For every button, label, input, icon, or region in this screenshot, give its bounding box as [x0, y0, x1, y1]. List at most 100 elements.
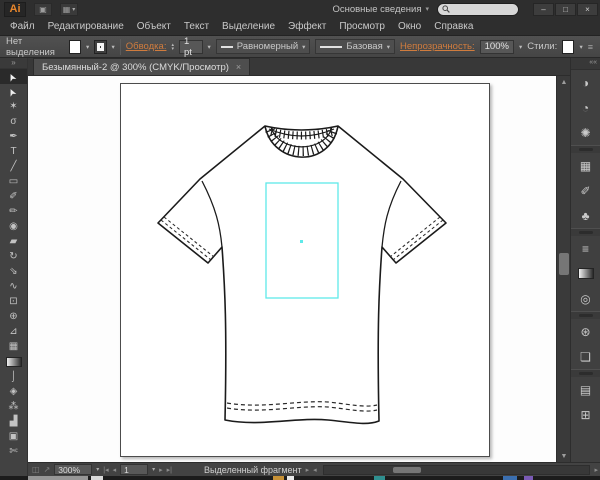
- brushes-panel-icon[interactable]: ✐: [571, 178, 600, 203]
- style-swatch[interactable]: [562, 40, 574, 54]
- scroll-down-icon[interactable]: ▼: [557, 450, 571, 462]
- shape-builder-tool[interactable]: ⊕: [0, 309, 27, 324]
- color-guide-panel-icon[interactable]: ◔: [571, 95, 600, 120]
- artboard-number[interactable]: 1: [120, 464, 148, 475]
- pencil-tool[interactable]: ✏: [0, 204, 27, 219]
- line-segment-tool[interactable]: ╱: [0, 159, 27, 174]
- status-menu-icon[interactable]: ▸: [306, 466, 310, 474]
- appearance-panel-icon[interactable]: ⊛: [571, 319, 600, 344]
- scroll-up-icon[interactable]: ▲: [557, 76, 571, 88]
- hscroll-right-icon[interactable]: ▸: [594, 466, 598, 474]
- first-artboard-icon[interactable]: |◂: [103, 466, 108, 474]
- fill-color-swatch[interactable]: [69, 40, 81, 54]
- vertical-scrollbar[interactable]: ▲ ▼: [556, 76, 570, 462]
- width-profile-dropdown[interactable]: Равномерный: [216, 39, 311, 54]
- hscroll-left-icon[interactable]: ◂: [313, 466, 317, 474]
- maximize-button[interactable]: □: [555, 3, 576, 16]
- pen-tool[interactable]: ✒: [0, 129, 27, 144]
- minimize-button[interactable]: –: [533, 3, 554, 16]
- paintbrush-tool[interactable]: ✐: [0, 189, 27, 204]
- workspace-switcher[interactable]: Основные сведения: [332, 4, 429, 15]
- direct-selection-tool[interactable]: ➤: [0, 84, 27, 99]
- opacity-value[interactable]: 100%: [480, 40, 514, 54]
- horizontal-scroll-thumb[interactable]: [393, 467, 421, 473]
- prev-artboard-icon[interactable]: ◂: [113, 466, 117, 474]
- menu-item[interactable]: Окно: [398, 21, 421, 32]
- menu-item[interactable]: Просмотр: [339, 21, 385, 32]
- scale-tool[interactable]: ⇘: [0, 264, 27, 279]
- rectangle-tool[interactable]: ▭: [0, 174, 27, 189]
- rotate-tool[interactable]: ↻: [0, 249, 27, 264]
- control-panel-menu-icon[interactable]: ≡: [588, 42, 594, 52]
- graphic-styles-panel-icon[interactable]: ❏: [571, 344, 600, 369]
- color-panel-icon[interactable]: ◑: [571, 70, 600, 95]
- status-display[interactable]: Выделенный фрагмент: [204, 465, 302, 475]
- fill-caret-icon[interactable]: [86, 43, 89, 51]
- preview-toggle-icon[interactable]: ◫: [32, 465, 40, 474]
- arrange-documents-icon[interactable]: ▦: [60, 3, 78, 16]
- perspective-grid-tool[interactable]: ⊿: [0, 324, 27, 339]
- symbol-sprayer-tool[interactable]: ⁂: [0, 399, 27, 414]
- menu-item[interactable]: Объект: [137, 21, 171, 32]
- color-groups-panel-icon[interactable]: ✺: [571, 120, 600, 145]
- blob-brush-tool[interactable]: ◉: [0, 219, 27, 234]
- dock-expand-icon[interactable]: ««: [571, 58, 600, 70]
- menu-item[interactable]: Файл: [10, 21, 35, 32]
- go-to-bridge-icon[interactable]: ▣: [34, 3, 52, 16]
- zoom-level[interactable]: 300%: [54, 464, 92, 475]
- gradient-tool[interactable]: [0, 354, 27, 369]
- free-transform-tool[interactable]: ⊡: [0, 294, 27, 309]
- eraser-tool[interactable]: ▰: [0, 234, 27, 249]
- magic-wand-tool[interactable]: ✶: [0, 99, 27, 114]
- opacity-panel-link[interactable]: Непрозрачность:: [400, 41, 475, 52]
- layers-panel-icon[interactable]: ▤: [571, 377, 600, 402]
- tools-panel-collapse-icon[interactable]: »: [0, 58, 27, 69]
- opacity-caret-icon[interactable]: [519, 43, 522, 51]
- column-graph-tool[interactable]: ▟: [0, 414, 27, 429]
- last-artboard-icon[interactable]: ▸|: [167, 466, 172, 474]
- width-tool[interactable]: ∿: [0, 279, 27, 294]
- group-separator[interactable]: [571, 311, 600, 319]
- styles-caret-icon[interactable]: [579, 43, 582, 51]
- type-tool[interactable]: T: [0, 144, 27, 159]
- search-input[interactable]: [453, 5, 513, 14]
- menu-item[interactable]: Эффект: [288, 21, 326, 32]
- group-separator[interactable]: [571, 228, 600, 236]
- next-artboard-icon[interactable]: ▸: [159, 466, 163, 474]
- group-separator[interactable]: [571, 145, 600, 153]
- stroke-width-value[interactable]: 1 pt: [179, 40, 203, 54]
- horizontal-scrollbar[interactable]: [323, 465, 591, 475]
- lasso-tool[interactable]: σ: [0, 114, 27, 129]
- document-tab[interactable]: Безымянный-2 @ 300% (CMYK/Просмотр) ×: [33, 58, 250, 75]
- vertical-scroll-thumb[interactable]: [559, 253, 569, 275]
- stroke-width-stepper[interactable]: ▴▾: [171, 43, 174, 51]
- tshirt-body-outline[interactable]: [158, 126, 446, 423]
- zoom-caret-icon[interactable]: [96, 466, 99, 473]
- stroke-panel-link[interactable]: Обводка:: [126, 41, 167, 52]
- menu-item[interactable]: Текст: [184, 21, 209, 32]
- blend-tool[interactable]: ◈: [0, 384, 27, 399]
- menu-item[interactable]: Справка: [434, 21, 473, 32]
- artboard-caret-icon[interactable]: [152, 466, 155, 473]
- slice-tool[interactable]: ✄: [0, 444, 27, 459]
- mesh-tool[interactable]: ▦: [0, 339, 27, 354]
- group-separator[interactable]: [571, 369, 600, 377]
- canvas[interactable]: [28, 76, 556, 462]
- stroke-width-caret-icon[interactable]: [208, 43, 211, 51]
- stroke-caret-icon[interactable]: [112, 43, 115, 51]
- gradient-panel-icon[interactable]: [571, 261, 600, 286]
- symbols-panel-icon[interactable]: ♣: [571, 203, 600, 228]
- tshirt-drawing[interactable]: [28, 76, 556, 462]
- artboards-panel-icon[interactable]: ⊞: [571, 402, 600, 427]
- export-icon[interactable]: ↗: [44, 465, 51, 474]
- stroke-panel-icon[interactable]: ≡: [571, 236, 600, 261]
- artboard-tool[interactable]: ▣: [0, 429, 27, 444]
- transparency-panel-icon[interactable]: ◎: [571, 286, 600, 311]
- menu-item[interactable]: Выделение: [222, 21, 275, 32]
- brush-definition-dropdown[interactable]: Базовая: [315, 39, 395, 54]
- search-box[interactable]: [437, 3, 519, 16]
- eyedropper-tool[interactable]: ⌡: [0, 369, 27, 384]
- stroke-color-swatch[interactable]: [94, 40, 106, 54]
- swatches-panel-icon[interactable]: ▦: [571, 153, 600, 178]
- selection-tool[interactable]: ➤: [0, 69, 27, 84]
